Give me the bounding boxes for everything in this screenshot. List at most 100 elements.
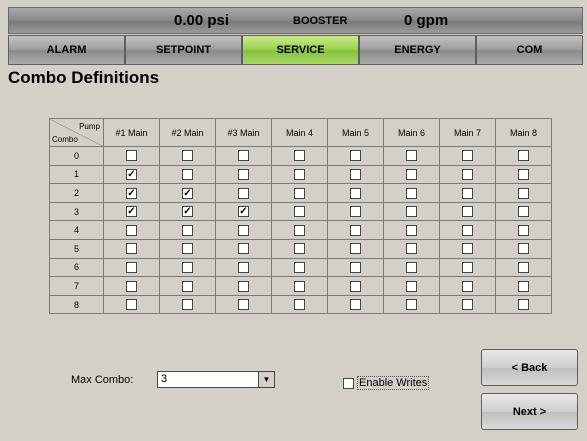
- pump-checkbox[interactable]: [406, 243, 417, 255]
- pump-checkbox[interactable]: [294, 243, 305, 255]
- grid-cell: [383, 257, 440, 278]
- corner-pump-label: Pump: [79, 122, 100, 131]
- grid-cell: [271, 238, 328, 259]
- pump-checkbox[interactable]: [294, 168, 305, 180]
- pump-checkbox[interactable]: [182, 261, 193, 273]
- tab-setpoint[interactable]: SETPOINT: [125, 35, 242, 65]
- pump-checkbox[interactable]: [294, 299, 305, 311]
- grid-cell: [495, 238, 552, 259]
- pump-checkbox[interactable]: [238, 150, 249, 162]
- pump-checkbox[interactable]: [406, 224, 417, 236]
- grid-corner-cell: Pump Combo: [49, 118, 104, 147]
- pump-checkbox[interactable]: [518, 243, 529, 255]
- pump-checkbox[interactable]: [294, 150, 305, 162]
- pump-checkbox[interactable]: [350, 150, 361, 162]
- pump-checkbox[interactable]: [350, 280, 361, 292]
- pump-checkbox[interactable]: [294, 261, 305, 273]
- pump-checkbox[interactable]: [182, 168, 193, 180]
- pump-checkbox[interactable]: [406, 168, 417, 180]
- pump-checkbox[interactable]: [462, 206, 473, 218]
- enable-writes-label[interactable]: Enable Writes: [357, 376, 430, 390]
- pump-checkbox[interactable]: [518, 261, 529, 273]
- chevron-down-icon[interactable]: ▼: [258, 372, 274, 387]
- grid-cell: ✓: [103, 183, 160, 203]
- enable-writes-checkbox[interactable]: [343, 378, 354, 389]
- pump-checkbox[interactable]: [350, 168, 361, 180]
- pump-checkbox[interactable]: [182, 224, 193, 236]
- next-button[interactable]: Next >: [481, 393, 578, 430]
- pump-checkbox[interactable]: [406, 299, 417, 311]
- pump-checkbox[interactable]: [350, 299, 361, 311]
- table-row: 1 ✓: [49, 164, 552, 185]
- pump-checkbox[interactable]: [238, 299, 249, 311]
- pump-checkbox[interactable]: [294, 206, 305, 218]
- pump-checkbox[interactable]: [126, 150, 137, 162]
- pump-checkbox[interactable]: [350, 187, 361, 199]
- pump-checkbox[interactable]: [350, 206, 361, 218]
- grid-cell: [103, 238, 160, 259]
- pump-checkbox[interactable]: [126, 299, 137, 311]
- pump-checkbox[interactable]: ✓: [182, 187, 193, 199]
- pump-checkbox[interactable]: [518, 224, 529, 236]
- pump-checkbox[interactable]: [406, 206, 417, 218]
- back-button[interactable]: < Back: [481, 349, 578, 386]
- pump-checkbox[interactable]: [406, 261, 417, 273]
- tab-energy[interactable]: ENERGY: [359, 35, 476, 65]
- pump-checkbox[interactable]: [462, 150, 473, 162]
- pump-checkbox[interactable]: [518, 280, 529, 292]
- pump-checkbox[interactable]: [238, 224, 249, 236]
- pump-checkbox[interactable]: [182, 280, 193, 292]
- pump-checkbox[interactable]: ✓: [126, 206, 137, 218]
- combo-row-label: 4: [49, 220, 104, 240]
- pump-checkbox[interactable]: [518, 150, 529, 162]
- pump-checkbox[interactable]: ✓: [182, 206, 193, 218]
- pump-checkbox[interactable]: ✓: [126, 168, 137, 180]
- tab-service[interactable]: SERVICE: [242, 35, 359, 65]
- pump-checkbox[interactable]: [126, 243, 137, 255]
- pump-checkbox[interactable]: [462, 224, 473, 236]
- pump-checkbox[interactable]: [406, 187, 417, 199]
- grid-cell: ✓: [103, 164, 160, 185]
- grid-cell: [159, 164, 216, 185]
- pump-checkbox[interactable]: [462, 187, 473, 199]
- pump-checkbox[interactable]: [462, 243, 473, 255]
- grid-cell: [439, 164, 496, 185]
- pump-checkbox[interactable]: [462, 299, 473, 311]
- grid-cell: [327, 146, 384, 166]
- pump-checkbox[interactable]: [406, 280, 417, 292]
- tab-com[interactable]: COM: [476, 35, 583, 65]
- pump-checkbox[interactable]: [238, 187, 249, 199]
- pump-checkbox[interactable]: [350, 261, 361, 273]
- pump-checkbox[interactable]: [126, 280, 137, 292]
- status-header: 0.00 psi BOOSTER 0 gpm: [8, 7, 583, 34]
- pump-checkbox[interactable]: [518, 168, 529, 180]
- pump-checkbox[interactable]: [294, 224, 305, 236]
- max-combo-select[interactable]: 3 ▼: [157, 371, 275, 388]
- pump-checkbox[interactable]: [518, 206, 529, 218]
- pump-checkbox[interactable]: [406, 150, 417, 162]
- pump-checkbox[interactable]: ✓: [126, 187, 137, 199]
- grid-cell: [383, 201, 440, 222]
- pump-checkbox[interactable]: [182, 299, 193, 311]
- pump-checkbox[interactable]: [182, 243, 193, 255]
- pump-checkbox[interactable]: [238, 280, 249, 292]
- pump-checkbox[interactable]: [294, 187, 305, 199]
- pump-checkbox[interactable]: [238, 261, 249, 273]
- grid-cell: [439, 294, 496, 315]
- pump-checkbox[interactable]: [238, 168, 249, 180]
- pump-checkbox[interactable]: [126, 261, 137, 273]
- pump-checkbox[interactable]: [182, 150, 193, 162]
- pump-checkbox[interactable]: [126, 224, 137, 236]
- pump-checkbox[interactable]: [350, 243, 361, 255]
- pump-checkbox[interactable]: ✓: [238, 206, 249, 218]
- grid-cell: [271, 201, 328, 222]
- pump-checkbox[interactable]: [350, 224, 361, 236]
- pump-checkbox[interactable]: [462, 168, 473, 180]
- pump-checkbox[interactable]: [462, 280, 473, 292]
- pump-checkbox[interactable]: [518, 187, 529, 199]
- pump-checkbox[interactable]: [518, 299, 529, 311]
- tab-alarm[interactable]: ALARM: [8, 35, 125, 65]
- pump-checkbox[interactable]: [462, 261, 473, 273]
- pump-checkbox[interactable]: [238, 243, 249, 255]
- pump-checkbox[interactable]: [294, 280, 305, 292]
